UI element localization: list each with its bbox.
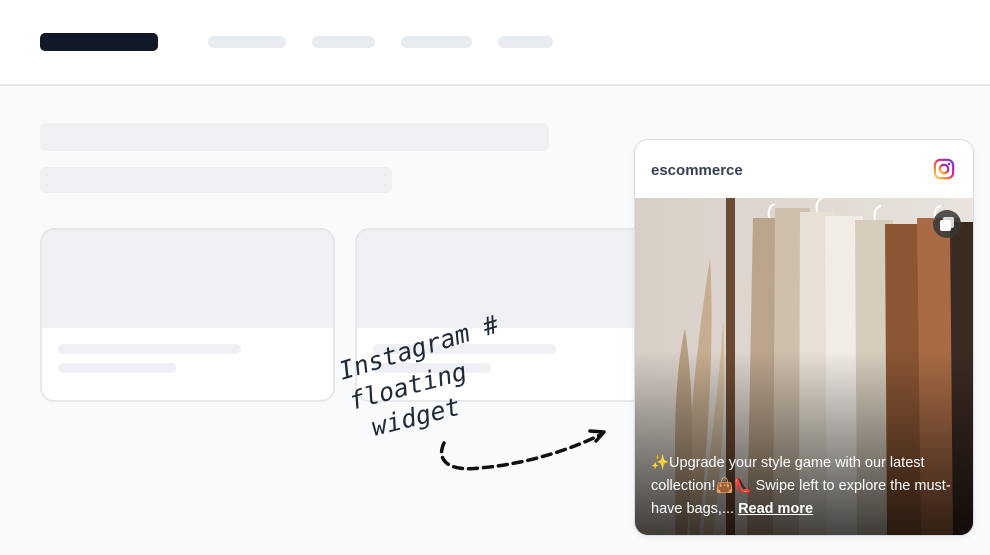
read-more-link[interactable]: Read more bbox=[738, 501, 813, 517]
widget-username[interactable]: escommerce bbox=[651, 162, 743, 179]
card-line-placeholder bbox=[58, 363, 176, 373]
nav-item-placeholder bbox=[498, 36, 553, 48]
card-placeholder bbox=[40, 228, 335, 402]
nav-item-placeholder bbox=[208, 36, 286, 48]
multiple-images-icon bbox=[933, 210, 961, 238]
card-media-placeholder bbox=[42, 230, 333, 328]
annotation: Instagram # floating widget bbox=[335, 310, 606, 471]
logo-placeholder bbox=[40, 33, 158, 51]
nav-item-placeholder bbox=[401, 36, 472, 48]
post-caption: ✨Upgrade your style game with our latest… bbox=[651, 452, 963, 521]
widget-header: escommerce bbox=[635, 140, 973, 198]
instagram-widget[interactable]: escommerce ✨Upgrade your style game with… bbox=[634, 139, 974, 536]
top-navbar bbox=[0, 0, 990, 86]
subheading-placeholder bbox=[40, 167, 392, 193]
heading-placeholder bbox=[40, 123, 549, 151]
card-line-placeholder bbox=[58, 344, 241, 354]
nav-item-placeholder bbox=[312, 36, 375, 48]
instagram-icon[interactable] bbox=[933, 158, 955, 180]
annotation-arrow bbox=[439, 432, 604, 471]
